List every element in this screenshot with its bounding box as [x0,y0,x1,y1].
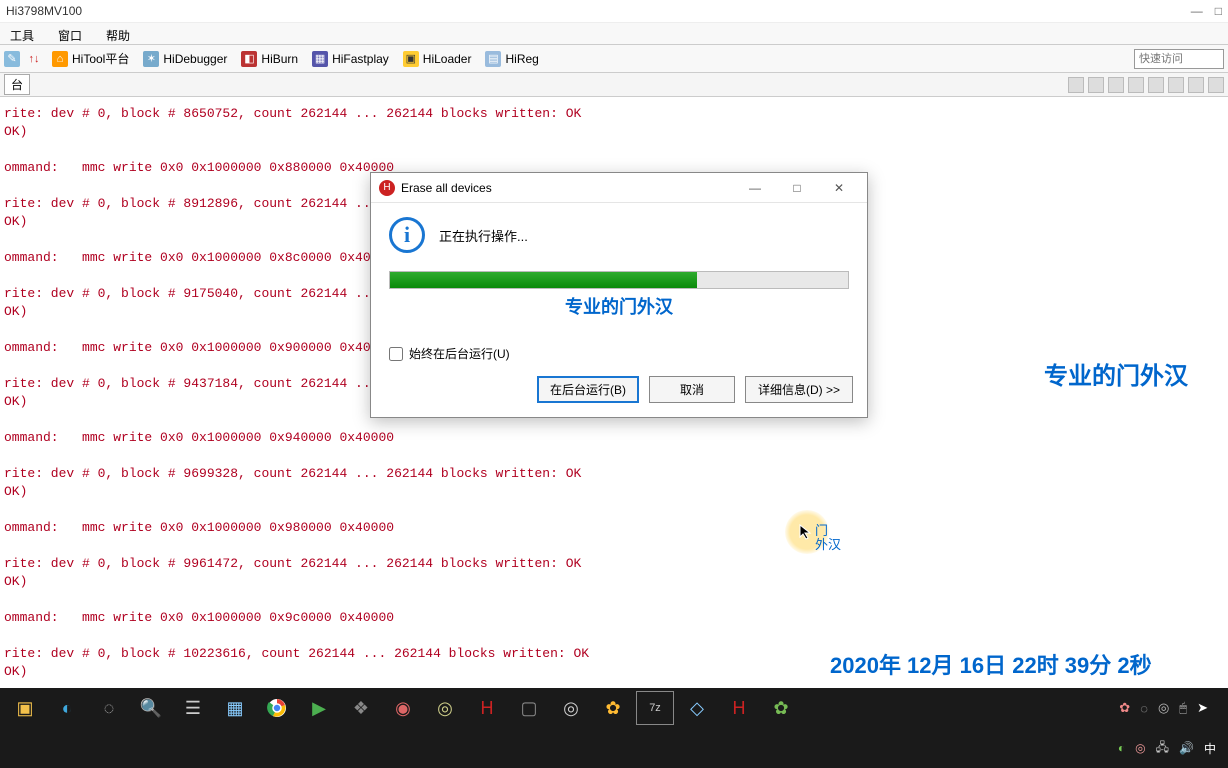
dialog-buttons: 在后台运行(B) 取消 详细信息(D) >> [371,368,867,417]
loader-icon: ▣ [403,51,419,67]
taskbar-explorer-icon[interactable]: ▣ [6,691,44,725]
menu-window[interactable]: 窗口 [48,25,92,42]
restore-button[interactable]: □ [1215,4,1222,18]
action-icon[interactable] [1088,77,1104,93]
dialog-message: 正在执行操作... [439,226,528,245]
action-icon[interactable] [1128,77,1144,93]
taskbar-7z-icon[interactable]: 7z [636,691,674,725]
tool-hireg[interactable]: ▤ HiReg [481,49,542,69]
dialog-minimize-button[interactable]: — [735,177,775,199]
home-icon: ⌂ [52,51,68,67]
action-icon[interactable] [1108,77,1124,93]
toolbar-icon[interactable]: ↑↓ [26,51,42,67]
tool-hidebugger[interactable]: ✶ HiDebugger [139,49,231,69]
background-checkbox[interactable] [389,347,403,361]
burn-icon: ◧ [241,51,257,67]
dialog-close-button[interactable]: ✕ [819,177,859,199]
tool-hiloader[interactable]: ▣ HiLoader [399,49,476,69]
titlebar: Hi3798MV100 — □ [0,0,1228,23]
console-tab[interactable]: 台 [4,74,30,95]
tray-icon[interactable]: ◎ [1135,741,1145,755]
cancel-button[interactable]: 取消 [649,376,735,403]
app-icon: H [379,180,395,196]
taskbar-search-icon[interactable]: 🔍 [132,691,170,725]
taskbar-chrome-icon[interactable] [258,691,296,725]
taskbar-app-icon[interactable]: ▦ [216,691,254,725]
taskbar-apps: ▣ ◐ ◌ 🔍 ☰ ▦ ▶ ❖ ◉ ◎ H ▢ ◎ ✿ 7z ◇ H ✿ ✿ ◌… [0,688,1228,728]
system-tray: ✿ ◌ ◎ 🖱 ➤ [1119,700,1222,716]
bug-icon: ✶ [143,51,159,67]
action-icon[interactable] [1168,77,1184,93]
taskbar-app-icon[interactable]: ◇ [678,691,716,725]
taskbar-obs-icon[interactable]: ◎ [552,691,590,725]
reg-icon: ▤ [485,51,501,67]
toolbar-icon[interactable]: ✎ [4,51,20,67]
info-icon: i [389,217,425,253]
dialog-maximize-button[interactable]: □ [777,177,817,199]
taskbar-app-icon[interactable]: ◌ [90,691,128,725]
tray-network-icon[interactable]: 🖧 [1156,738,1169,759]
minimize-button[interactable]: — [1191,4,1203,18]
tray-icon[interactable]: 🖱 [1179,700,1187,716]
tray-icon[interactable]: ◎ [1158,700,1169,716]
background-checkbox-row[interactable]: 始终在后台运行(U) [371,323,867,368]
action-icon[interactable] [1068,77,1084,93]
action-icon[interactable] [1188,77,1204,93]
taskbar-app-icon[interactable]: H [468,691,506,725]
taskbar-app-icon[interactable]: ◎ [426,691,464,725]
taskbar-player-icon[interactable]: ▶ [300,691,338,725]
dialog-title: Erase all devices [401,181,492,195]
background-checkbox-label: 始终在后台运行(U) [409,345,510,362]
tool-hifastplay[interactable]: ▦ HiFastplay [308,49,393,69]
progress-bar [389,271,849,289]
taskbar-app-icon[interactable]: ❖ [342,691,380,725]
run-background-button[interactable]: 在后台运行(B) [537,376,639,403]
timestamp-overlay: 2020年 12月 16日 22时 39分 2秒 [830,648,1152,680]
tray-volume-icon[interactable]: 🔊 [1179,741,1194,755]
dialog-body: i 正在执行操作... 专业的门外汉 [371,203,867,323]
action-icon[interactable] [1208,77,1224,93]
progress-label: 专业的门外汉 [389,293,849,319]
subbar-actions [1068,77,1224,93]
taskbar-bottom: ◐ ◎ 🖧 🔊 中 [0,728,1228,768]
search-input[interactable] [1134,49,1224,69]
sub-toolbar: 台 [0,73,1228,97]
details-button[interactable]: 详细信息(D) >> [745,376,853,403]
cursor-icon [799,524,815,540]
menu-tools[interactable]: 工具 [0,25,44,42]
taskbar: ▣ ◐ ◌ 🔍 ☰ ▦ ▶ ❖ ◉ ◎ H ▢ ◎ ✿ 7z ◇ H ✿ ✿ ◌… [0,688,1228,768]
toolbar: ✎ ↑↓ ⌂ HiTool平台 ✶ HiDebugger ◧ HiBurn ▦ … [0,45,1228,73]
taskbar-app-icon[interactable]: ✿ [594,691,632,725]
tray-icon[interactable]: ◐ [1118,741,1125,755]
window-title: Hi3798MV100 [6,4,82,18]
cursor-label: 门 外汉 [815,524,841,552]
language-indicator[interactable]: 中 [1204,740,1216,757]
window-controls: — □ [1191,4,1222,18]
menu-bar: 工具 窗口 帮助 [0,23,1228,45]
dialog-titlebar: H Erase all devices — □ ✕ [371,173,867,203]
taskbar-app-icon[interactable]: ◉ [384,691,422,725]
erase-dialog: H Erase all devices — □ ✕ i 正在执行操作... 专业… [370,172,868,418]
menu-help[interactable]: 帮助 [96,25,140,42]
taskbar-app-icon[interactable]: ▢ [510,691,548,725]
action-icon[interactable] [1148,77,1164,93]
dialog-message-row: i 正在执行操作... [389,217,849,253]
watermark-text: 专业的门外汉 [1044,356,1188,391]
tool-hitool[interactable]: ⌂ HiTool平台 [48,48,133,69]
tool-hiburn[interactable]: ◧ HiBurn [237,49,302,69]
tray-cursor-icon[interactable]: ➤ [1197,700,1208,716]
taskbar-edge-icon[interactable]: ◐ [48,691,86,725]
taskbar-app-icon[interactable]: H [720,691,758,725]
tray-icon[interactable]: ✿ [1119,700,1130,716]
tray-icon[interactable]: ◌ [1140,701,1148,716]
play-icon: ▦ [312,51,328,67]
taskbar-taskview-icon[interactable]: ☰ [174,691,212,725]
progress-fill [390,272,697,288]
taskbar-app-icon[interactable]: ✿ [762,691,800,725]
